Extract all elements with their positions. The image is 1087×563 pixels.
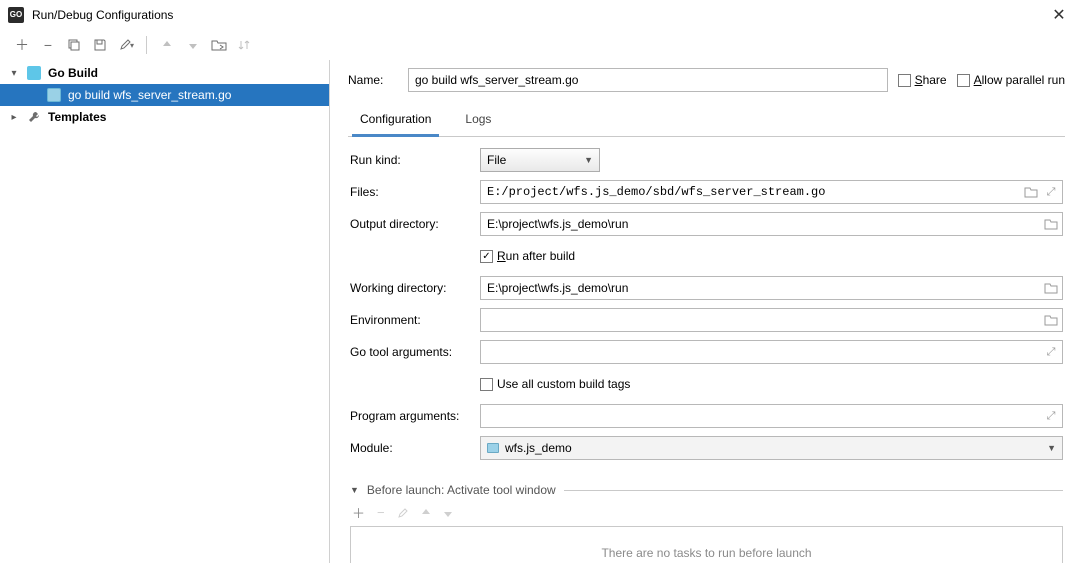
before-launch-toolbar: ＋ − [350,497,1063,526]
checkbox-icon [480,378,493,391]
program-args-field[interactable]: ⤢ [480,404,1063,428]
run-kind-value: File [487,153,506,167]
before-launch-tasks-empty: There are no tasks to run before launch [350,526,1063,563]
module-value: wfs.js_demo [505,441,572,455]
files-value: E:/project/wfs.js_demo/sbd/wfs_server_st… [487,185,825,199]
checkbox-icon [898,74,911,87]
share-checkbox[interactable]: Share [898,73,947,87]
tree-node-go-build[interactable]: ▾ Go Build [0,62,329,84]
go-file-icon [46,87,62,103]
disclosure-triangle-icon: ▼ [350,485,359,495]
edit-task-button[interactable] [397,507,409,519]
tab-configuration[interactable]: Configuration [352,106,439,137]
environment-field[interactable] [480,308,1063,332]
before-launch-header[interactable]: ▼ Before launch: Activate tool window [350,483,1063,497]
run-kind-select[interactable]: File ▼ [480,148,600,172]
titlebar: GO Run/Debug Configurations ✕ [0,0,1087,30]
expand-field-icon[interactable]: ⤢ [1044,185,1058,199]
working-dir-field[interactable]: E:\project\wfs.js_demo\run [480,276,1063,300]
app-icon: GO [8,7,24,23]
remove-task-button[interactable]: − [377,505,385,520]
tree-label-child: go build wfs_server_stream.go [68,88,231,102]
files-label: Files: [350,185,480,199]
working-dir-value: E:\project\wfs.js_demo\run [487,281,628,295]
checkbox-icon [957,74,970,87]
move-task-up-button[interactable] [421,508,431,518]
go-tool-args-label: Go tool arguments: [350,345,480,359]
files-field[interactable]: E:/project/wfs.js_demo/sbd/wfs_server_st… [480,180,1063,204]
divider-line [564,490,1063,491]
copy-configuration-button[interactable] [66,37,82,53]
environment-label: Environment: [350,313,480,327]
move-task-down-button[interactable] [443,508,453,518]
working-dir-label: Working directory: [350,281,480,295]
run-kind-label: Run kind: [350,153,480,167]
add-configuration-button[interactable]: ＋ [14,37,30,53]
name-label: Name: [348,73,398,87]
tree-node-go-build-child[interactable]: go build wfs_server_stream.go [0,84,329,106]
output-dir-label: Output directory: [350,217,480,231]
move-down-button[interactable] [185,37,201,53]
wrench-icon [26,109,42,125]
share-label: Share [915,73,947,87]
run-after-build-label: Run after build [497,249,575,263]
chevron-down-icon: ▾ [8,68,20,79]
remove-configuration-button[interactable]: − [40,37,56,53]
toolbar-separator [146,36,147,54]
empty-tasks-text: There are no tasks to run before launch [601,546,811,560]
sidebar-toolbar: ＋ − ▾ [0,30,1087,60]
go-build-icon [26,65,42,81]
output-dir-field[interactable]: E:\project\wfs.js_demo\run [480,212,1063,236]
add-task-button[interactable]: ＋ [352,503,365,522]
browse-folder-icon[interactable] [1044,281,1058,295]
allow-parallel-label: Allow parallel run [974,73,1065,87]
tree-node-templates[interactable]: ▸ Templates [0,106,329,128]
configuration-form: Run kind: File ▼ Files: E:/project/wfs.j… [348,137,1065,563]
module-folder-icon [487,443,499,453]
tabs: Configuration Logs [348,106,1065,137]
module-label: Module: [350,441,480,455]
expand-field-icon[interactable]: ⤢ [1044,345,1058,359]
browse-folder-icon[interactable] [1044,217,1058,231]
module-select[interactable]: wfs.js_demo ▼ [480,436,1063,460]
window-title: Run/Debug Configurations [32,8,1039,22]
edit-defaults-button[interactable]: ▾ [118,37,134,53]
name-input[interactable] [408,68,888,92]
sort-button[interactable] [237,37,253,53]
checkbox-checked-icon [480,250,493,263]
chevron-right-icon: ▸ [8,112,20,123]
move-up-button[interactable] [159,37,175,53]
program-args-label: Program arguments: [350,409,480,423]
allow-parallel-checkbox[interactable]: Allow parallel run [957,73,1065,87]
output-dir-value: E:\project\wfs.js_demo\run [487,217,628,231]
close-button[interactable]: ✕ [1039,5,1079,25]
chevron-down-icon: ▼ [1047,443,1056,453]
before-launch-title: Before launch: Activate tool window [367,483,556,497]
go-tool-args-field[interactable]: ⤢ [480,340,1063,364]
chevron-down-icon: ▼ [584,155,593,165]
tab-logs[interactable]: Logs [457,106,499,137]
use-custom-tags-label: Use all custom build tags [497,377,630,391]
configuration-panel: Name: Share Allow parallel run Configura… [330,60,1087,563]
tree-label-templates: Templates [48,110,106,124]
use-custom-tags-checkbox[interactable]: Use all custom build tags [480,377,630,391]
tree-label-go-build: Go Build [48,66,98,80]
configurations-tree: ▾ Go Build go build wfs_server_stream.go… [0,60,330,563]
save-configuration-button[interactable] [92,37,108,53]
expand-field-icon[interactable]: ⤢ [1044,409,1058,423]
run-after-build-checkbox[interactable]: Run after build [480,249,575,263]
browse-folder-icon[interactable] [1044,313,1058,327]
move-to-folder-button[interactable] [211,37,227,53]
browse-folder-icon[interactable] [1024,185,1038,199]
